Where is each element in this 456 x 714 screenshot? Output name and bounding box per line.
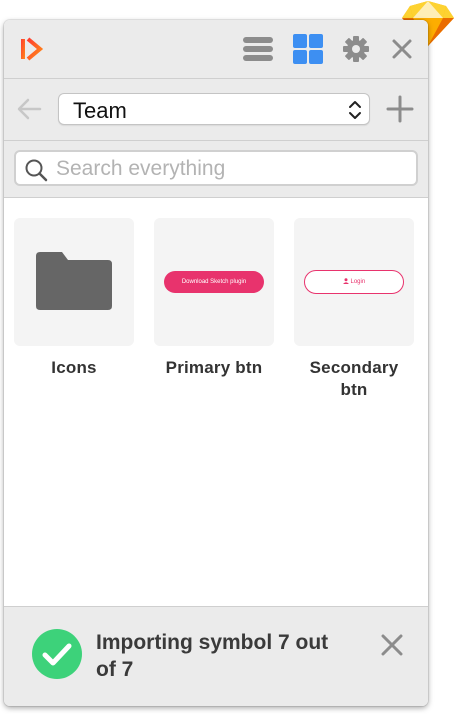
close-panel-button[interactable]	[386, 33, 418, 65]
panel-header	[4, 20, 428, 79]
item-caption: Secondary btn	[309, 358, 399, 399]
settings-button[interactable]	[340, 33, 372, 65]
item-caption: Primary btn	[165, 358, 263, 377]
item-thumbnail	[14, 218, 134, 346]
list-view-icon	[243, 37, 273, 61]
status-message: Importing symbol 7 out of 7	[96, 631, 329, 681]
dismiss-status-button[interactable]	[378, 631, 406, 659]
user-icon	[342, 278, 349, 284]
search-box[interactable]	[14, 150, 418, 186]
plugin-panel: Team Icons	[4, 20, 428, 706]
secondary-button-label: Login	[350, 279, 366, 285]
library-select-value: Team	[73, 98, 127, 123]
search-bar	[4, 141, 428, 198]
library-nav: Team	[4, 79, 428, 141]
grid-item-secondary-btn[interactable]: Login Secondary btn	[294, 218, 414, 401]
status-bar: Importing symbol 7 out of 7	[4, 606, 428, 706]
list-view-button[interactable]	[242, 33, 274, 65]
plugin-logo-icon	[21, 37, 44, 61]
grid-view-icon	[293, 34, 323, 64]
search-input[interactable]	[54, 154, 408, 184]
item-thumbnail: Download Sketch plugin	[154, 218, 274, 346]
item-thumbnail: Login	[294, 218, 414, 346]
grid-item-primary-btn[interactable]: Download Sketch plugin Primary btn	[154, 218, 274, 379]
add-button[interactable]	[384, 93, 416, 125]
secondary-button-preview: Login	[304, 270, 404, 294]
search-icon	[25, 159, 48, 182]
item-caption: Icons	[51, 358, 97, 377]
grid-item-icons[interactable]: Icons	[14, 218, 134, 379]
check-circle-icon	[32, 629, 82, 679]
back-button[interactable]	[14, 94, 44, 124]
grid-view-button[interactable]	[292, 33, 324, 65]
primary-button-preview: Download Sketch plugin	[164, 271, 264, 293]
close-icon	[392, 39, 412, 59]
folder-icon	[36, 252, 112, 310]
gear-icon	[343, 36, 369, 62]
library-select[interactable]: Team	[58, 93, 370, 125]
symbol-grid: Icons Download Sketch plugin Primary btn…	[4, 198, 428, 606]
select-arrows-icon	[349, 101, 361, 119]
